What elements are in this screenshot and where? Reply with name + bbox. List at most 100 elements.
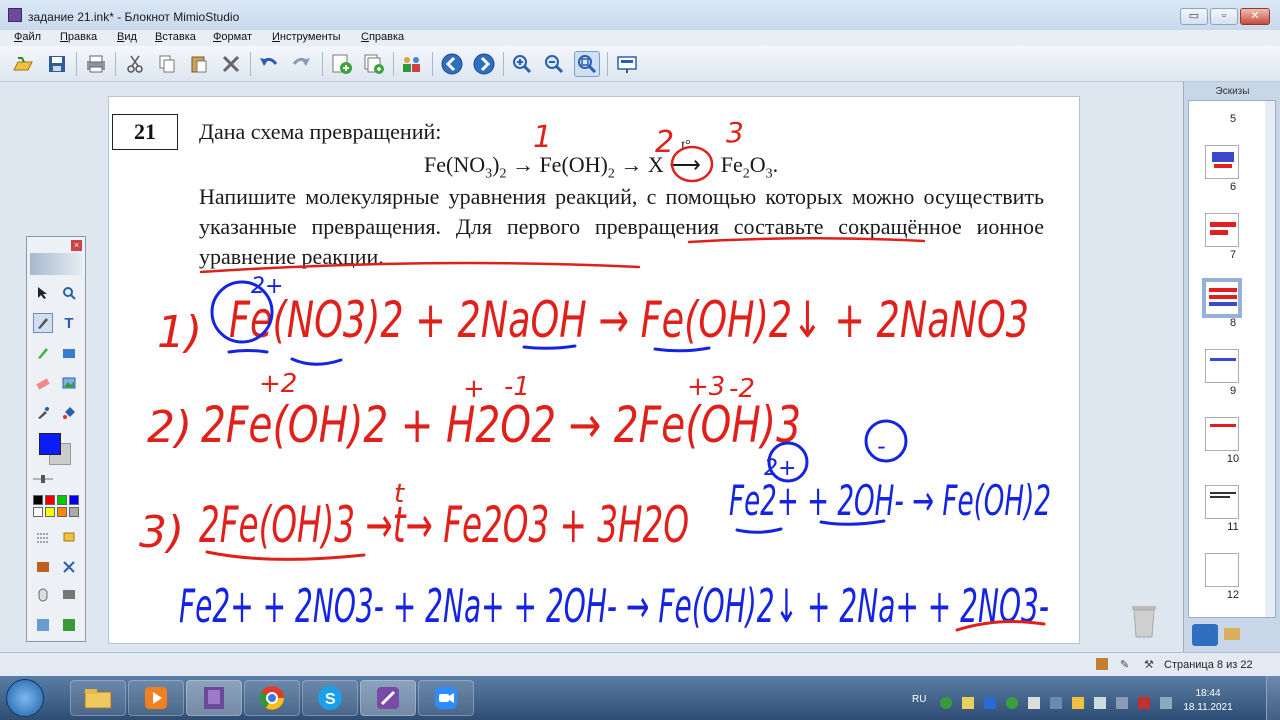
notebook-page[interactable]: 21 Дана схема превращений: Fe(NO3)2 → Fe… <box>108 96 1080 644</box>
menu-help[interactable]: Справка <box>361 31 404 43</box>
menu-format[interactable]: Формат <box>213 31 252 43</box>
color-gray-swatch[interactable] <box>69 507 79 517</box>
chrome-taskbar-icon[interactable] <box>244 680 300 716</box>
pen-tool-icon[interactable] <box>33 313 53 333</box>
zoom-fit-icon[interactable] <box>574 51 600 77</box>
copy-icon[interactable] <box>154 51 180 77</box>
undo-icon[interactable] <box>256 51 282 77</box>
thumb-page-number[interactable]: 5 <box>1189 113 1275 125</box>
thumb-page-number[interactable]: 10 <box>1189 453 1275 465</box>
explorer-taskbar-icon[interactable] <box>70 680 126 716</box>
tray-monitor-icon[interactable] <box>1116 697 1128 709</box>
thumbnail-page[interactable] <box>1205 553 1239 587</box>
menu-file[interactable]: Файл <box>14 31 41 43</box>
tray-check-icon[interactable] <box>1006 697 1018 709</box>
color-orange-swatch[interactable] <box>57 507 67 517</box>
media-player-taskbar-icon[interactable] <box>128 680 184 716</box>
users-icon[interactable] <box>399 51 425 77</box>
back-icon[interactable] <box>439 51 465 77</box>
tools-icon[interactable] <box>59 557 79 577</box>
image-tool-icon[interactable] <box>59 373 79 393</box>
thumbnails-view-icon[interactable] <box>1192 624 1218 646</box>
color-black-swatch[interactable] <box>33 495 43 505</box>
start-button[interactable] <box>6 679 44 717</box>
object-fill-icon[interactable] <box>59 527 79 547</box>
system-clock[interactable]: 18:44 18.11.2021 <box>1180 687 1236 715</box>
save-icon[interactable] <box>44 51 70 77</box>
menu-insert[interactable]: Вставка <box>155 31 196 43</box>
show-desktop-button[interactable] <box>1266 676 1280 720</box>
color-red-swatch[interactable] <box>45 495 55 505</box>
delete-icon[interactable] <box>218 51 244 77</box>
screen-capture-icon[interactable] <box>59 585 79 605</box>
zoom-in-icon[interactable] <box>509 51 535 77</box>
mimio-studio-taskbar-icon[interactable] <box>360 680 416 716</box>
recorder-status-icon[interactable] <box>1096 658 1108 670</box>
thumbnail-page[interactable] <box>1205 213 1239 247</box>
menu-tools[interactable]: Инструменты <box>272 31 341 43</box>
palette-close-icon[interactable]: × <box>71 240 82 251</box>
cut-icon[interactable] <box>122 51 148 77</box>
color-green-swatch[interactable] <box>57 495 67 505</box>
language-indicator[interactable]: RU <box>912 694 926 705</box>
tray-folder-icon[interactable] <box>1072 697 1084 709</box>
thumb-page-number[interactable]: 11 <box>1189 521 1275 533</box>
eraser-tool-icon[interactable] <box>33 373 53 393</box>
folder-view-icon[interactable] <box>1224 628 1240 640</box>
line-style-icon[interactable] <box>33 527 53 547</box>
menu-view[interactable]: Вид <box>117 31 137 43</box>
highlighter-tool-icon[interactable] <box>33 343 53 363</box>
trash-icon[interactable] <box>1128 600 1160 638</box>
volume-icon[interactable] <box>1028 697 1040 709</box>
tray-edit-icon[interactable] <box>962 697 974 709</box>
tray-status-icon[interactable] <box>940 697 952 709</box>
menu-edit[interactable]: Правка <box>60 31 97 43</box>
shape-tool-icon[interactable] <box>59 343 79 363</box>
close-button[interactable]: ✕ <box>1240 8 1270 25</box>
thumb-page-number[interactable]: 12 <box>1189 589 1275 601</box>
thumb-page-number[interactable]: 7 <box>1189 249 1275 261</box>
presentation-icon[interactable] <box>614 51 640 77</box>
skype-taskbar-icon[interactable]: S <box>302 680 358 716</box>
thumb-page-number[interactable]: 8 <box>1189 317 1275 329</box>
thumbnail-page[interactable] <box>1205 349 1239 383</box>
eyedropper-tool-icon[interactable] <box>33 403 53 423</box>
thumbnail-page-selected[interactable] <box>1202 278 1242 318</box>
thumbnail-page[interactable] <box>1205 145 1239 179</box>
color-blue-swatch[interactable] <box>69 495 79 505</box>
redo-icon[interactable] <box>288 51 314 77</box>
zoom-taskbar-icon[interactable] <box>418 680 474 716</box>
zoom-tool-icon[interactable] <box>59 283 79 303</box>
line-width-slider-icon[interactable] <box>33 469 53 489</box>
tray-alert-icon[interactable] <box>1138 697 1150 709</box>
thumb-page-number[interactable]: 6 <box>1189 181 1275 193</box>
network-icon[interactable] <box>1050 697 1062 709</box>
thumbnail-page[interactable] <box>1205 417 1239 451</box>
color-yellow-swatch[interactable] <box>45 507 55 517</box>
recorder-icon[interactable] <box>33 557 53 577</box>
duplicate-page-icon[interactable] <box>361 51 387 77</box>
tray-flag-icon[interactable] <box>1094 697 1106 709</box>
print-icon[interactable] <box>83 51 109 77</box>
maximize-button[interactable]: ▫ <box>1210 8 1238 25</box>
color-white-swatch[interactable] <box>33 507 43 517</box>
paste-icon[interactable] <box>186 51 212 77</box>
fill-tool-icon[interactable] <box>59 403 79 423</box>
thumbnail-page[interactable] <box>1205 485 1239 519</box>
text-tool-icon[interactable]: T <box>59 313 79 333</box>
pen-status-icon[interactable]: ✎ <box>1120 658 1134 671</box>
forward-icon[interactable] <box>471 51 497 77</box>
select-tool-icon[interactable] <box>33 283 53 303</box>
thumb-page-number[interactable]: 9 <box>1189 385 1275 397</box>
mimio-notebook-taskbar-icon[interactable] <box>186 680 242 716</box>
gallery-icon[interactable] <box>33 615 53 635</box>
thumbnails-scrollbar[interactable] <box>1265 101 1275 617</box>
import-icon[interactable] <box>59 615 79 635</box>
new-page-icon[interactable] <box>329 51 355 77</box>
tools-status-icon[interactable]: ⚒ <box>1144 658 1158 671</box>
tray-app-icon[interactable] <box>984 697 996 709</box>
foreground-color-swatch[interactable] <box>39 433 61 455</box>
mouse-icon[interactable] <box>33 585 53 605</box>
tray-signal-icon[interactable] <box>1160 697 1172 709</box>
minimize-button[interactable]: ▭ <box>1180 8 1208 25</box>
